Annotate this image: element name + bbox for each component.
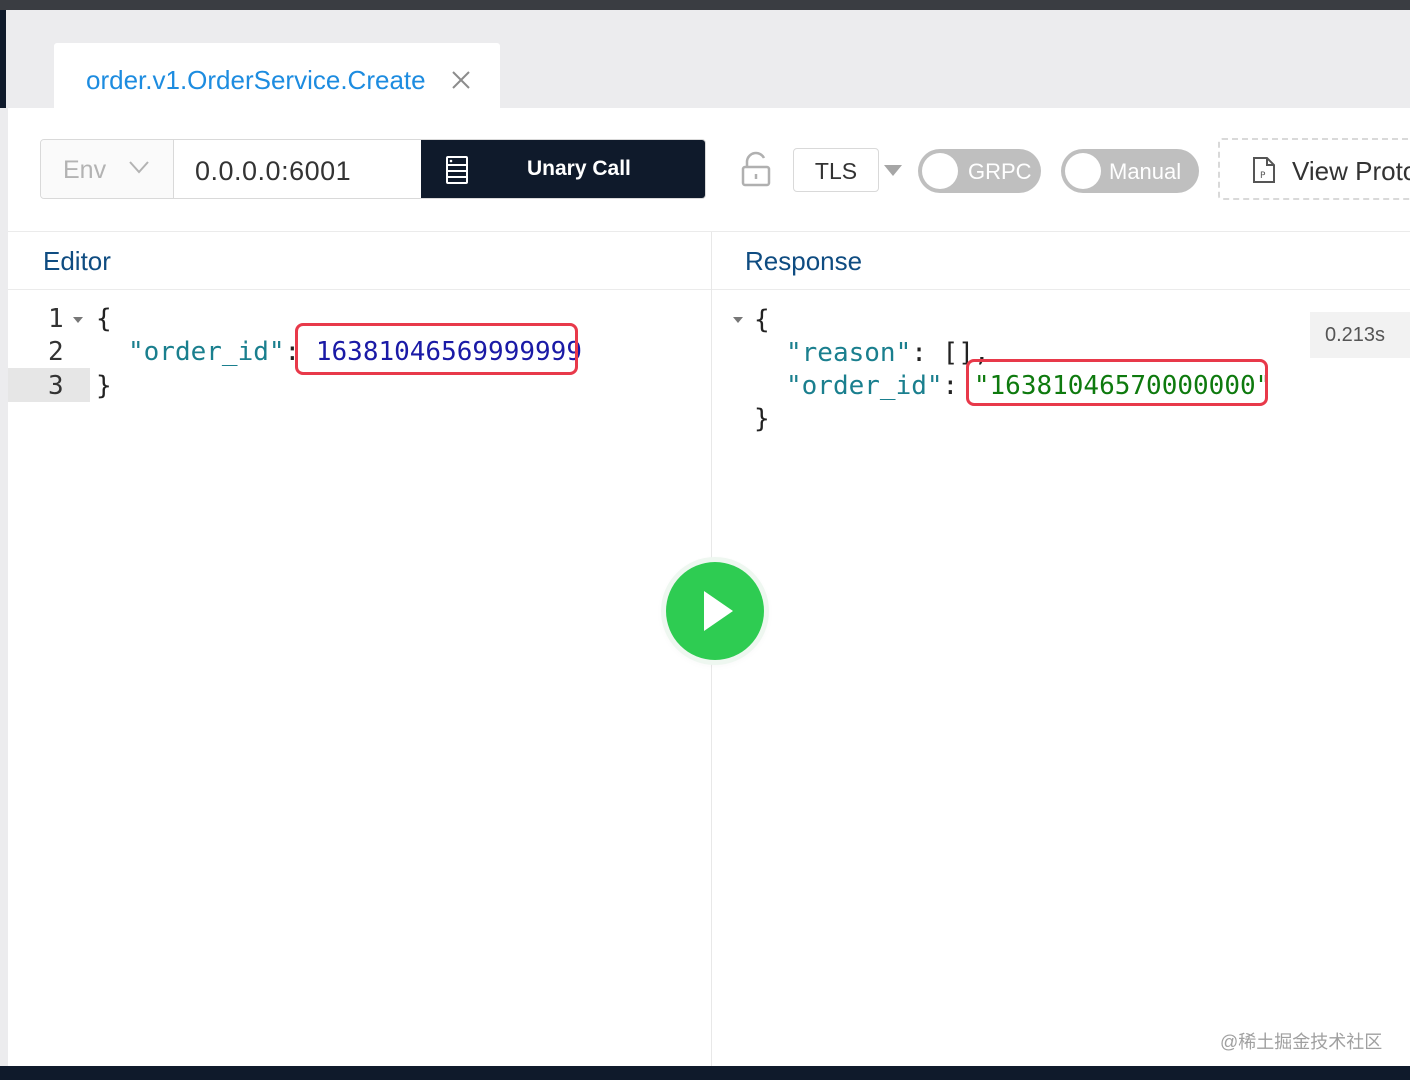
grpc-label: GRPC xyxy=(968,159,1032,184)
view-proto-label: View Proto xyxy=(1292,156,1410,186)
open-brace: { xyxy=(754,305,770,335)
grpc-toggle[interactable]: GRPC xyxy=(918,149,1041,193)
tab-bar: order.v1.OrderService.Create xyxy=(6,10,1410,118)
call-type-button[interactable]: Unary Call xyxy=(421,140,705,198)
response-time: 0.213s xyxy=(1325,324,1386,346)
json-separator: : xyxy=(911,338,943,368)
highlight-box xyxy=(295,323,578,375)
toggle-knob xyxy=(1065,153,1101,189)
file-icon: P xyxy=(1253,157,1275,183)
tls-label: TLS xyxy=(814,158,858,184)
play-icon xyxy=(704,591,733,631)
address-input[interactable]: 0.0.0.0:6001 xyxy=(195,156,351,187)
highlight-box xyxy=(966,359,1268,406)
line-number: 3 xyxy=(48,371,64,401)
watermark: @稀土掘金技术社区 xyxy=(1220,1032,1383,1052)
json-key: "order_id" xyxy=(786,371,943,401)
caret-down-icon[interactable] xyxy=(884,165,902,176)
line-number: 2 xyxy=(48,337,64,367)
line-number: 1 xyxy=(48,304,64,334)
manual-toggle[interactable]: Manual xyxy=(1061,149,1199,193)
tab-label: order.v1.OrderService.Create xyxy=(86,65,426,95)
tls-button[interactable]: TLS xyxy=(793,148,879,192)
pane-header-divider xyxy=(8,289,1410,290)
view-proto-button[interactable]: P View Proto xyxy=(1218,138,1410,200)
svg-text:P: P xyxy=(1260,171,1266,181)
close-brace: } xyxy=(754,404,770,434)
fold-caret-icon[interactable] xyxy=(72,316,84,324)
server-icon xyxy=(446,156,468,184)
editor-title: Editor xyxy=(43,246,111,276)
env-select[interactable]: Env xyxy=(41,140,174,198)
toolbar-divider xyxy=(8,231,1410,232)
response-title: Response xyxy=(745,246,863,276)
fold-caret-icon[interactable] xyxy=(732,316,744,324)
window-top-edge xyxy=(0,0,1410,10)
env-placeholder: Env xyxy=(63,156,107,184)
window-bottom-edge xyxy=(0,1066,1410,1080)
address-bar: Env 0.0.0.0:6001 Unary Call xyxy=(40,139,706,199)
tab-order-create[interactable]: order.v1.OrderService.Create xyxy=(54,43,500,118)
close-icon[interactable] xyxy=(450,69,472,91)
response-line-reason: "reason": [], xyxy=(786,338,990,368)
main-panel: Env 0.0.0.0:6001 Unary Call TLS GRPC Man… xyxy=(8,108,1410,1066)
close-brace: } xyxy=(96,371,112,401)
manual-label: Manual xyxy=(1109,159,1182,184)
json-key: "order_id" xyxy=(128,337,285,367)
json-key: "reason" xyxy=(786,338,912,368)
response-time-badge: 0.213s xyxy=(1310,312,1410,358)
unlock-icon[interactable] xyxy=(740,151,772,187)
call-type-label: Unary Call xyxy=(527,157,631,180)
chevron-down-icon xyxy=(129,161,149,174)
open-brace: { xyxy=(96,304,112,334)
run-button[interactable] xyxy=(666,562,764,660)
toggle-knob xyxy=(922,153,958,189)
